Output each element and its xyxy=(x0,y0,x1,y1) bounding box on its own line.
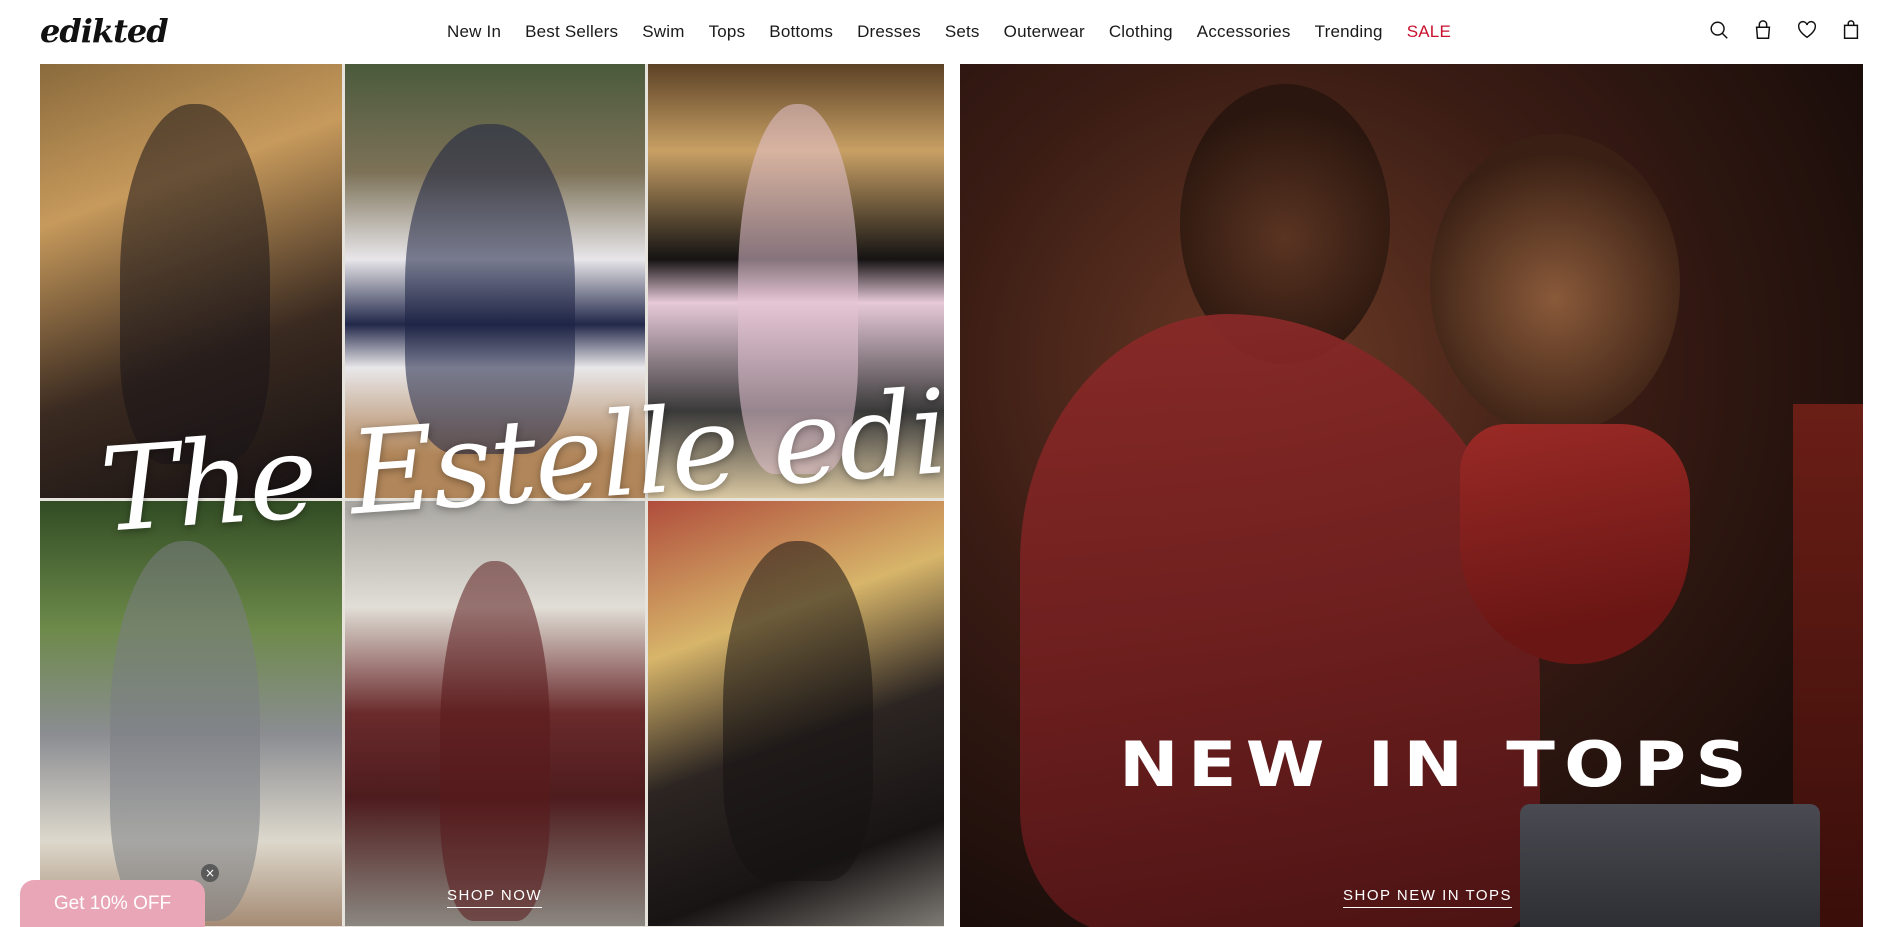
shop-new-in-tops-link[interactable]: SHOP NEW IN TOPS xyxy=(1343,887,1513,908)
nav-item-clothing[interactable]: Clothing xyxy=(1109,22,1173,42)
nav-item-sale[interactable]: SALE xyxy=(1407,22,1451,42)
nav-item-dresses[interactable]: Dresses xyxy=(857,22,921,42)
hero-title: NEW IN TOPS xyxy=(1119,728,1756,801)
collage-photo xyxy=(40,501,342,926)
account-icon[interactable] xyxy=(1751,18,1775,42)
nav-item-trending[interactable]: Trending xyxy=(1315,22,1383,42)
search-icon[interactable] xyxy=(1707,18,1731,42)
hero-new-in-tops[interactable]: NEW IN TOPS SHOP NEW IN TOPS xyxy=(960,64,1863,927)
nav-item-sets[interactable]: Sets xyxy=(945,22,980,42)
nav-item-bottoms[interactable]: Bottoms xyxy=(769,22,833,42)
model-silhouette xyxy=(723,541,873,881)
main-navigation: New In Best Sellers Swim Tops Bottoms Dr… xyxy=(447,0,1475,64)
site-header: edikted New In Best Sellers Swim Tops Bo… xyxy=(0,0,1903,64)
close-icon[interactable]: × xyxy=(201,864,219,882)
wishlist-icon[interactable] xyxy=(1795,18,1819,42)
header-actions xyxy=(1707,18,1863,42)
hero-estelle-edit[interactable]: The Estelle edit SHOP NOW xyxy=(40,64,944,927)
model-silhouette xyxy=(440,561,550,921)
brand-logo[interactable]: edikted xyxy=(40,12,169,50)
collage-photo xyxy=(648,501,944,926)
nav-item-swim[interactable]: Swim xyxy=(642,22,684,42)
denim-jeans xyxy=(1520,804,1820,927)
discount-promo-button[interactable]: Get 10% OFF xyxy=(20,880,205,927)
nav-item-tops[interactable]: Tops xyxy=(709,22,746,42)
shop-now-link[interactable]: SHOP NOW xyxy=(447,887,543,908)
red-halter-top xyxy=(1460,424,1690,664)
cart-icon[interactable] xyxy=(1839,18,1863,42)
model-silhouette xyxy=(110,541,260,921)
model-silhouette xyxy=(120,104,270,464)
nav-item-outerwear[interactable]: Outerwear xyxy=(1004,22,1085,42)
model-silhouette xyxy=(1430,134,1680,434)
nav-item-best-sellers[interactable]: Best Sellers xyxy=(525,22,618,42)
collage-photo xyxy=(345,501,645,926)
nav-item-new-in[interactable]: New In xyxy=(447,22,501,42)
nav-item-accessories[interactable]: Accessories xyxy=(1197,22,1291,42)
